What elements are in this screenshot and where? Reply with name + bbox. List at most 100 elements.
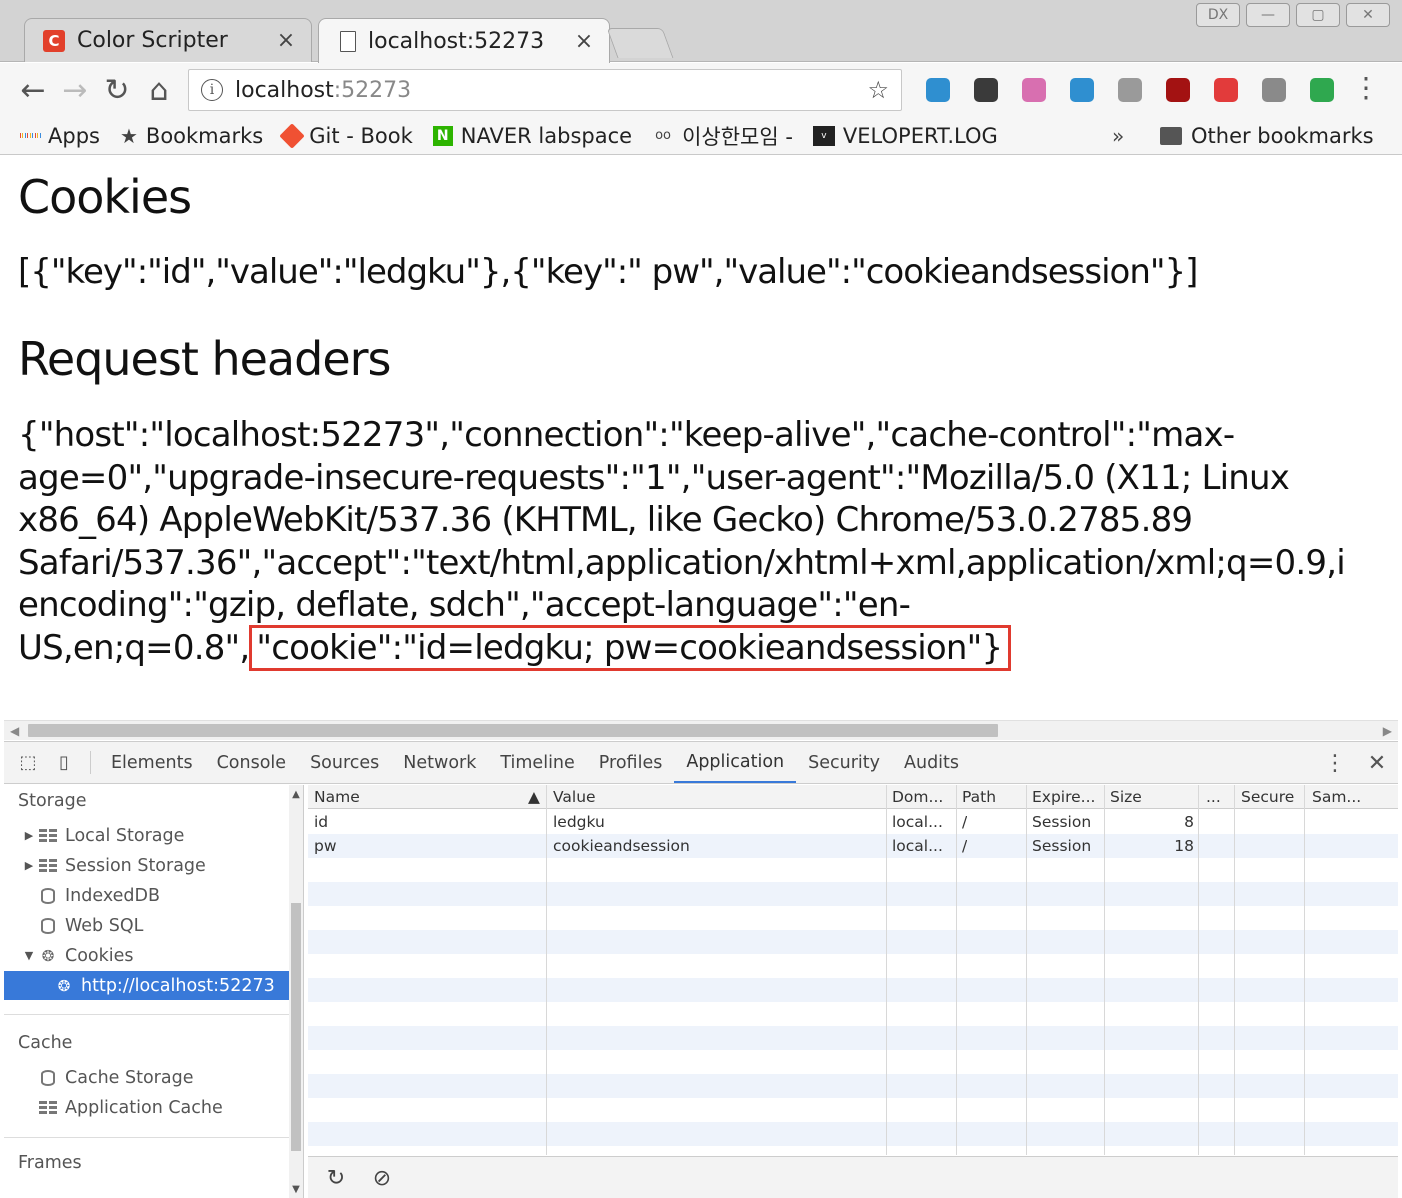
close-window-button[interactable]: ✕ [1346, 3, 1390, 27]
sidebar-item-local-storage[interactable]: ▶ Local Storage [4, 821, 289, 850]
cookie-path: / [962, 813, 968, 831]
tab-security[interactable]: Security [796, 742, 892, 783]
column-header-name[interactable]: Name [314, 785, 360, 809]
bookmark-star-icon[interactable]: ☆ [867, 76, 889, 104]
collapse-triangle-icon[interactable]: ▼ [20, 949, 38, 962]
sidebar-scrollbar[interactable]: ▲ ▼ [289, 785, 303, 1198]
scroll-down-arrow-icon[interactable]: ▼ [289, 1184, 303, 1195]
tab-network[interactable]: Network [391, 742, 488, 783]
column-header-value[interactable]: Value [553, 785, 596, 809]
scrollbar-thumb[interactable] [28, 724, 998, 737]
clear-all-icon[interactable]: ⊘ [370, 1166, 394, 1191]
screen-extension-icon[interactable] [1106, 73, 1154, 107]
expand-triangle-icon[interactable]: ▶ [20, 859, 38, 872]
devtools-close-icon[interactable]: ✕ [1356, 751, 1398, 776]
tab-color-scripter[interactable]: C Color Scripter × [24, 18, 312, 62]
sidebar-item-cache-storage[interactable]: Cache Storage [4, 1063, 289, 1092]
bookmark-naver-labspace[interactable]: N NAVER labspace [432, 124, 632, 148]
cookie-size: 8 [1184, 813, 1194, 831]
sidebar-item-session-storage[interactable]: ▶ Session Storage [4, 851, 289, 880]
column-header-path[interactable]: Path [962, 785, 996, 809]
home-button[interactable]: ⌂ [138, 69, 180, 111]
more-bookmarks-chevron-icon[interactable]: » [1112, 124, 1124, 148]
cookie-name: pw [314, 837, 337, 855]
column-header-size[interactable]: Size [1110, 785, 1142, 809]
cookie-value: cookieandsession [553, 837, 690, 855]
globe-extension-icon[interactable] [914, 73, 962, 107]
headers-line: {"host":"localhost:52273","connection":"… [18, 415, 1235, 455]
sidebar-item-indexeddb[interactable]: IndexedDB [4, 881, 289, 910]
screen-extension-glyph [1118, 78, 1142, 102]
back-button[interactable]: ← [12, 69, 54, 111]
cookie-size: 18 [1174, 837, 1194, 855]
tab-console[interactable]: Console [205, 742, 298, 783]
sidebar-item-websql[interactable]: Web SQL [4, 911, 289, 940]
table-row[interactable]: pw cookieandsession local... / Session 1… [308, 834, 1398, 858]
bookmark-velopert[interactable]: v VELOPERT.LOG [812, 124, 998, 148]
bookmark-bookmarks[interactable]: ★ Bookmarks [120, 124, 263, 148]
evernote-extension-icon[interactable] [962, 73, 1010, 107]
cookie-name: id [314, 813, 329, 831]
column-header-domain[interactable]: Dom... [892, 785, 943, 809]
device-toolbar-icon[interactable]: ▯ [46, 742, 82, 783]
bookmark-apps[interactable]: Apps [20, 124, 100, 148]
globe-extension-glyph [926, 78, 950, 102]
column-header-httponly[interactable]: ... [1206, 785, 1221, 809]
folder-icon [1160, 126, 1182, 145]
green-circle-extension-icon[interactable] [1298, 73, 1346, 107]
media-extension-icon[interactable] [1202, 73, 1250, 107]
page-horizontal-scrollbar[interactable]: ◀ ▶ [4, 720, 1398, 740]
request-headers-heading: Request headers [18, 332, 391, 386]
table-row[interactable]: id ledgku local... / Session 8 [308, 810, 1398, 834]
scroll-left-arrow-icon[interactable]: ◀ [10, 721, 19, 741]
reload-button[interactable]: ↻ [96, 69, 138, 111]
tab-sources[interactable]: Sources [298, 742, 391, 783]
sidebar-item-label: Cache Storage [65, 1067, 194, 1088]
sidebar-item-application-cache[interactable]: Application Cache [4, 1093, 289, 1122]
ublock-extension-icon[interactable] [1154, 73, 1202, 107]
inspect-element-icon[interactable]: ⬚ [10, 742, 46, 783]
tab-timeline[interactable]: Timeline [488, 742, 586, 783]
tab-title: Color Scripter [77, 28, 228, 53]
color-scripter-favicon-icon: C [43, 29, 65, 52]
devtools-menu-icon[interactable]: ⋮ [1314, 751, 1356, 776]
dx-button[interactable]: DX [1196, 3, 1240, 27]
sort-ascending-icon[interactable]: ▲ [528, 785, 540, 809]
cookie-icon: ❂ [41, 946, 55, 965]
sidebar-item-cookie-origin[interactable]: ❂ http://localhost:52273 [4, 971, 289, 1000]
headers-line-last: US,en;q=0.8", "cookie":"id=ledgku; pw=coo… [18, 624, 1398, 671]
tab-profiles[interactable]: Profiles [587, 742, 675, 783]
tab-audits[interactable]: Audits [892, 742, 971, 783]
other-bookmarks[interactable]: Other bookmarks [1160, 124, 1374, 148]
scroll-right-arrow-icon[interactable]: ▶ [1383, 721, 1392, 741]
column-header-samesite[interactable]: Sam... [1312, 785, 1361, 809]
scrollbar-thumb[interactable] [291, 903, 301, 1151]
forward-button[interactable]: → [54, 69, 96, 111]
address-bar[interactable]: i localhost :52273 ☆ [188, 69, 902, 111]
column-header-expires[interactable]: Expire... [1032, 785, 1095, 809]
chrome-menu-icon[interactable]: ⋮ [1352, 73, 1380, 103]
tab-close-icon[interactable]: × [573, 29, 595, 54]
sidebar-item-cookies[interactable]: ▼ ❂ Cookies [4, 941, 289, 970]
tab-application[interactable]: Application [674, 742, 797, 783]
minimize-button[interactable]: — [1246, 3, 1290, 27]
bookmark-weird-meetup[interactable]: oo 이상한모임 - [652, 121, 793, 151]
sidebar-item-label: Session Storage [65, 855, 206, 876]
refresh-icon[interactable]: ↻ [324, 1166, 348, 1191]
headers-line: age=0","upgrade-insecure-requests":"1","… [18, 457, 1290, 498]
list-extension-icon[interactable] [1250, 73, 1298, 107]
tab-localhost[interactable]: localhost:52273 × [318, 18, 610, 63]
sidebar-item-label: Application Cache [65, 1097, 223, 1118]
expand-triangle-icon[interactable]: ▶ [20, 829, 38, 842]
column-header-secure[interactable]: Secure [1241, 785, 1294, 809]
maximize-button[interactable]: ▢ [1296, 3, 1340, 27]
site-info-icon[interactable]: i [201, 79, 223, 101]
bookmark-git-book[interactable]: Git - Book [279, 122, 413, 149]
scroll-up-arrow-icon[interactable]: ▲ [289, 789, 303, 800]
globe2-extension-icon[interactable] [1058, 73, 1106, 107]
new-tab-button[interactable] [606, 28, 674, 58]
tab-elements[interactable]: Elements [99, 742, 205, 783]
tab-close-icon[interactable]: × [275, 28, 297, 53]
gallery-extension-icon[interactable] [1010, 73, 1058, 107]
page-viewport: Cookies [{"key":"id","value":"ledgku"},{… [0, 156, 1398, 720]
